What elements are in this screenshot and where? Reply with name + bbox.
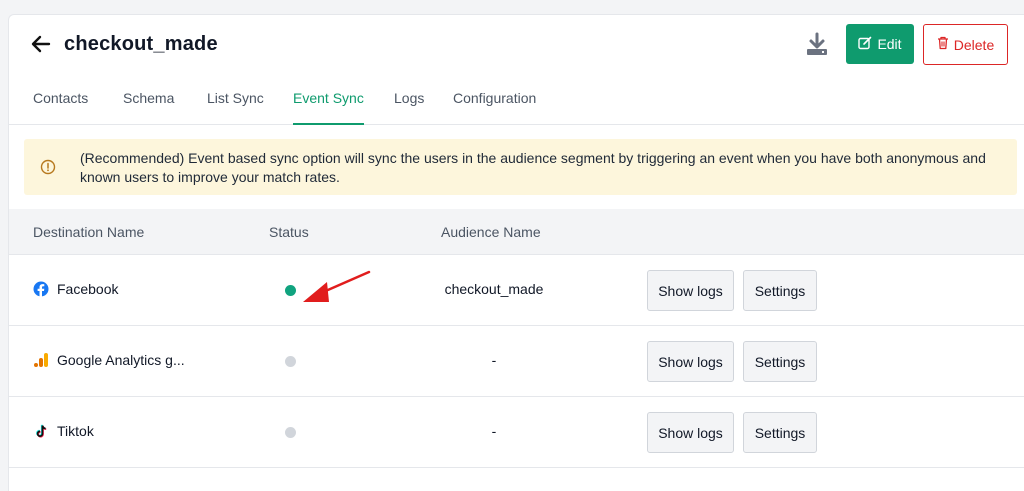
tiktok-icon — [33, 423, 49, 439]
tab-contacts[interactable]: Contacts — [33, 90, 88, 125]
recommendation-alert: (Recommended) Event based sync option wi… — [24, 139, 1017, 195]
delete-button[interactable]: Delete — [923, 24, 1008, 65]
tab-event-sync[interactable]: Event Sync — [293, 90, 364, 125]
show-logs-button[interactable]: Show logs — [647, 341, 734, 382]
audience-detail-card: checkout_made Edit Delete Contacts Schem… — [8, 14, 1024, 491]
download-icon[interactable] — [805, 31, 829, 57]
info-circle-icon — [40, 159, 56, 175]
show-logs-button[interactable]: Show logs — [647, 412, 734, 453]
table-row: Google Analytics g... - Show logs Settin… — [9, 326, 1024, 397]
status-indicator-inactive — [285, 427, 296, 438]
destination-name: Tiktok — [57, 423, 94, 439]
destination-name: Google Analytics g... — [57, 352, 185, 368]
destination-cell: Tiktok — [33, 423, 94, 439]
tab-logs[interactable]: Logs — [394, 90, 424, 125]
settings-button[interactable]: Settings — [743, 412, 817, 453]
google-analytics-icon — [33, 352, 49, 368]
destination-cell: Facebook — [33, 281, 118, 297]
facebook-icon — [33, 281, 49, 297]
table-row: Facebook checkout_made Show logs Setting… — [9, 255, 1024, 326]
header-audience-name: Audience Name — [441, 224, 541, 240]
tab-configuration[interactable]: Configuration — [453, 90, 536, 125]
tab-schema[interactable]: Schema — [123, 90, 174, 125]
delete-label: Delete — [953, 36, 995, 53]
audience-name: - — [491, 352, 497, 368]
audience-name: checkout_made — [444, 281, 544, 297]
back-arrow-icon[interactable] — [29, 32, 53, 56]
table-header: Destination Name Status Audience Name — [9, 209, 1024, 255]
destination-name: Facebook — [57, 281, 119, 297]
audience-name: - — [491, 423, 497, 439]
table-row: Tiktok - Show logs Settings — [9, 397, 1024, 468]
status-indicator-inactive — [285, 356, 296, 367]
edit-button[interactable]: Edit — [846, 24, 914, 64]
trash-icon — [937, 36, 949, 53]
show-logs-button[interactable]: Show logs — [647, 270, 734, 311]
status-indicator-active — [285, 285, 296, 296]
settings-button[interactable]: Settings — [743, 341, 817, 382]
page-title: checkout_made — [64, 33, 218, 55]
tab-list-sync[interactable]: List Sync — [207, 90, 264, 125]
page-header: checkout_made Edit Delete — [9, 15, 1024, 75]
settings-button[interactable]: Settings — [743, 270, 817, 311]
edit-label: Edit — [877, 36, 902, 52]
edit-icon — [858, 36, 872, 53]
alert-text: (Recommended) Event based sync option wi… — [80, 150, 986, 185]
header-destination-name: Destination Name — [33, 224, 145, 240]
tab-bar: Contacts Schema List Sync Event Sync Log… — [9, 75, 1024, 125]
destination-cell: Google Analytics g... — [33, 352, 185, 368]
header-status: Status — [269, 224, 309, 240]
